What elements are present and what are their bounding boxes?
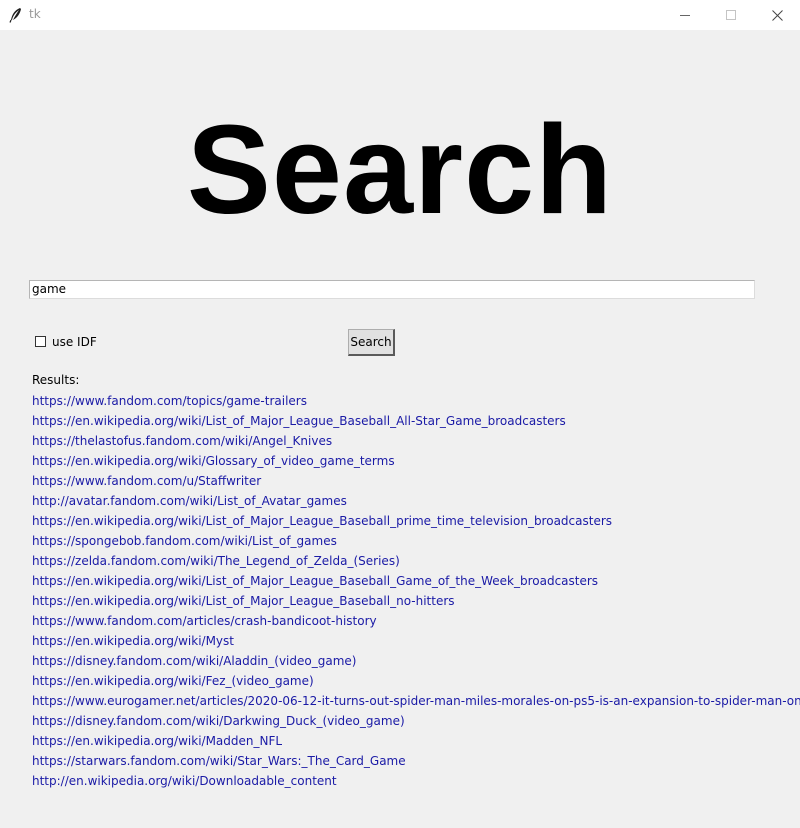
search-button[interactable]: Search bbox=[348, 329, 395, 356]
app-window: tk Search use IDF Search Results: https:… bbox=[0, 0, 800, 828]
result-link[interactable]: https://starwars.fandom.com/wiki/Star_Wa… bbox=[32, 754, 406, 768]
result-link[interactable]: https://en.wikipedia.org/wiki/List_of_Ma… bbox=[32, 574, 598, 588]
list-item: https://en.wikipedia.org/wiki/Glossary_o… bbox=[32, 452, 800, 472]
result-link[interactable]: https://en.wikipedia.org/wiki/List_of_Ma… bbox=[32, 514, 612, 528]
title-bar[interactable]: tk bbox=[0, 0, 800, 30]
result-link[interactable]: https://en.wikipedia.org/wiki/List_of_Ma… bbox=[32, 414, 566, 428]
use-idf-label[interactable]: use IDF bbox=[52, 335, 97, 349]
list-item: https://zelda.fandom.com/wiki/The_Legend… bbox=[32, 552, 800, 572]
result-link[interactable]: https://zelda.fandom.com/wiki/The_Legend… bbox=[32, 554, 400, 568]
results-label: Results: bbox=[32, 373, 80, 387]
result-link[interactable]: https://en.wikipedia.org/wiki/Glossary_o… bbox=[32, 454, 395, 468]
list-item: https://www.fandom.com/u/Staffwriter bbox=[32, 472, 800, 492]
close-button[interactable] bbox=[754, 0, 800, 30]
result-link[interactable]: https://www.fandom.com/topics/game-trail… bbox=[32, 394, 307, 408]
result-link[interactable]: http://en.wikipedia.org/wiki/Downloadabl… bbox=[32, 774, 337, 788]
feather-icon bbox=[9, 8, 21, 23]
minimize-icon bbox=[680, 15, 690, 16]
search-input[interactable] bbox=[29, 280, 755, 299]
list-item: https://en.wikipedia.org/wiki/Myst bbox=[32, 632, 800, 652]
list-item: https://www.eurogamer.net/articles/2020-… bbox=[32, 692, 800, 712]
result-link[interactable]: https://en.wikipedia.org/wiki/Myst bbox=[32, 634, 234, 648]
list-item: http://avatar.fandom.com/wiki/List_of_Av… bbox=[32, 492, 800, 512]
result-link[interactable]: https://thelastofus.fandom.com/wiki/Ange… bbox=[32, 434, 332, 448]
result-link[interactable]: https://en.wikipedia.org/wiki/Madden_NFL bbox=[32, 734, 282, 748]
result-link[interactable]: https://disney.fandom.com/wiki/Aladdin_(… bbox=[32, 654, 356, 668]
use-idf-checkbox[interactable] bbox=[35, 336, 46, 347]
list-item: https://en.wikipedia.org/wiki/Fez_(video… bbox=[32, 672, 800, 692]
results-list: https://www.fandom.com/topics/game-trail… bbox=[32, 392, 800, 792]
maximize-button[interactable] bbox=[708, 0, 754, 30]
list-item: https://thelastofus.fandom.com/wiki/Ange… bbox=[32, 432, 800, 452]
list-item: https://en.wikipedia.org/wiki/List_of_Ma… bbox=[32, 412, 800, 432]
result-link[interactable]: https://disney.fandom.com/wiki/Darkwing_… bbox=[32, 714, 405, 728]
list-item: https://www.fandom.com/topics/game-trail… bbox=[32, 392, 800, 412]
result-link[interactable]: https://www.fandom.com/u/Staffwriter bbox=[32, 474, 261, 488]
minimize-button[interactable] bbox=[662, 0, 708, 30]
list-item: https://en.wikipedia.org/wiki/List_of_Ma… bbox=[32, 592, 800, 612]
result-link[interactable]: https://en.wikipedia.org/wiki/List_of_Ma… bbox=[32, 594, 455, 608]
result-link[interactable]: https://www.eurogamer.net/articles/2020-… bbox=[32, 694, 800, 708]
list-item: http://en.wikipedia.org/wiki/Downloadabl… bbox=[32, 772, 800, 792]
list-item: https://www.fandom.com/articles/crash-ba… bbox=[32, 612, 800, 632]
maximize-icon bbox=[726, 10, 736, 20]
close-icon bbox=[771, 9, 783, 21]
page-title: Search bbox=[186, 99, 614, 240]
list-item: https://en.wikipedia.org/wiki/Madden_NFL bbox=[32, 732, 800, 752]
list-item: https://starwars.fandom.com/wiki/Star_Wa… bbox=[32, 752, 800, 772]
list-item: https://disney.fandom.com/wiki/Darkwing_… bbox=[32, 712, 800, 732]
list-item: https://en.wikipedia.org/wiki/List_of_Ma… bbox=[32, 512, 800, 532]
list-item: https://disney.fandom.com/wiki/Aladdin_(… bbox=[32, 652, 800, 672]
list-item: https://spongebob.fandom.com/wiki/List_o… bbox=[32, 532, 800, 552]
result-link[interactable]: http://avatar.fandom.com/wiki/List_of_Av… bbox=[32, 494, 347, 508]
list-item: https://en.wikipedia.org/wiki/List_of_Ma… bbox=[32, 572, 800, 592]
result-link[interactable]: https://www.fandom.com/articles/crash-ba… bbox=[32, 614, 377, 628]
result-link[interactable]: https://en.wikipedia.org/wiki/Fez_(video… bbox=[32, 674, 314, 688]
window-title: tk bbox=[29, 7, 41, 21]
result-link[interactable]: https://spongebob.fandom.com/wiki/List_o… bbox=[32, 534, 337, 548]
